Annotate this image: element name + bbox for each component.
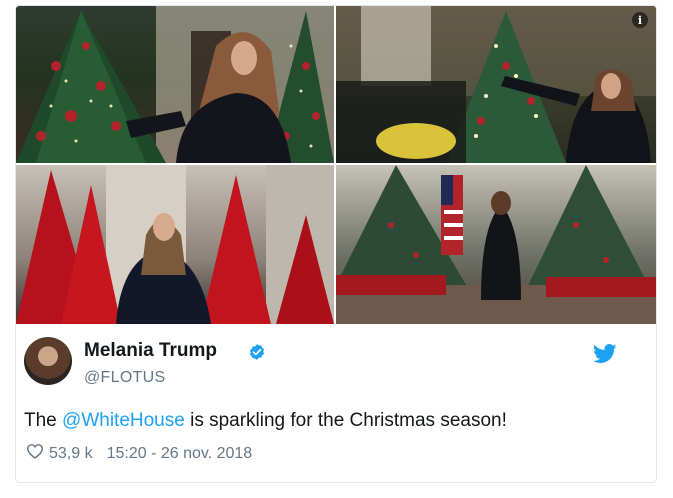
- twitter-bird-icon[interactable]: [593, 344, 617, 369]
- info-icon[interactable]: i: [632, 12, 648, 28]
- mention-link[interactable]: @WhiteHouse: [62, 410, 185, 431]
- avatar[interactable]: [24, 337, 72, 385]
- photo-blue-room-trees[interactable]: [336, 165, 656, 324]
- handle[interactable]: @FLOTUS: [84, 369, 165, 387]
- verified-badge-icon: [248, 343, 266, 366]
- timestamp[interactable]: 15:20 - 26 nov. 2018: [107, 445, 253, 463]
- heart-icon[interactable]: [26, 443, 44, 464]
- photo-red-tree-hallway[interactable]: [16, 6, 334, 163]
- tweet-text: The @WhiteHouse is sparkling for the Chr…: [24, 410, 507, 432]
- media-grid: i: [16, 6, 656, 324]
- tweet-text-suffix: is sparkling for the Christmas season!: [184, 410, 507, 431]
- display-name[interactable]: Melania Trump: [84, 340, 217, 362]
- tweet-meta: 53,9 k 15:20 - 26 nov. 2018: [26, 443, 252, 464]
- photo-red-topiary-trees[interactable]: [16, 165, 334, 324]
- like-count[interactable]: 53,9 k: [49, 445, 93, 463]
- photo-decorating-tree[interactable]: i: [336, 6, 656, 163]
- tweet-text-prefix: The: [24, 410, 63, 431]
